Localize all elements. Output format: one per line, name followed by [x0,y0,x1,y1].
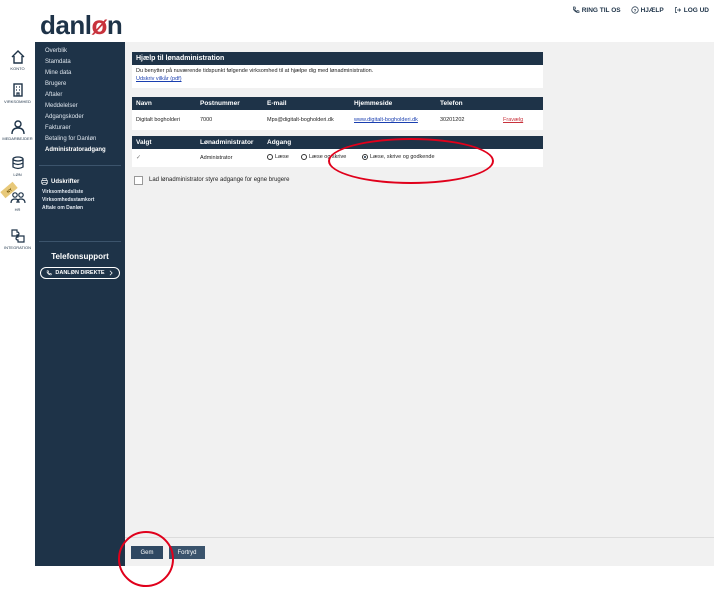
puzzle-icon [10,229,25,243]
radio-dot-laese-skrive-godkende [362,154,368,160]
help-panel-body: Du benytter på nuværende tidspunkt følge… [132,65,543,88]
sidebar-item-overblik[interactable]: Overblik [45,48,67,54]
radio-label-laese: Læse [275,154,289,160]
main-content: Hjælp til lønadministration Du benytter … [125,42,714,537]
hjaelp-label: HJÆLP [640,6,664,14]
radio-laese[interactable]: Læse [267,154,289,160]
company-table-row: Digitalt bogholderi 7000 Mps@digitalt-bo… [132,110,543,130]
col-adgang: Adgang [267,139,292,146]
danlon-direkte-label: DANLØN DIREKTE [55,270,105,276]
footer-bar: Gem Fortryd [125,537,714,566]
rail-label-medarbejder: MEDARBEJDER [2,136,33,141]
sidebar-item-administratoradgang[interactable]: Administratoradgang [45,147,106,153]
radio-laese-skrive-godkende[interactable]: Læse, skrive og godkende [362,154,435,160]
sidebar-item-brugere[interactable]: Brugere [45,81,66,87]
radio-label-laese-skrive-godkende: Læse, skrive og godkende [370,154,435,160]
rail-item-medarbejder[interactable]: MEDARBEJDER [0,119,35,141]
col-telefon: Telefon [440,100,463,107]
danlon-direkte-button[interactable]: DANLØN DIREKTE [40,267,120,279]
rail-label-integration: INTEGRATION [3,245,32,250]
ring-til-os-link[interactable]: RING TIL OS [572,6,621,14]
sidebar: Overblik Stamdata Mine data Brugere Afta… [35,42,125,566]
sidebar-item-fakturaer[interactable]: Fakturaer [45,125,71,131]
sidebar-divider-2 [39,241,121,242]
log-ud-label: LOG UD [683,6,709,14]
phone-icon [47,270,52,276]
fravaelg-link[interactable]: Fravælg [503,117,523,123]
help-panel-title: Hjælp til lønadministration [132,52,543,65]
logo-text: danl [40,10,92,40]
sidebar-item-betaling[interactable]: Betaling for Danløn [45,136,96,142]
company-table-header: Navn Postnummer E-mail Hjemmeside Telefo… [132,97,543,110]
col-lonadministrator: Lønadministrator [200,139,254,146]
log-ud-link[interactable]: LOG UD [674,6,709,14]
company-postal: 7000 [200,117,213,123]
icon-rail: KONTO VIRKSOMHED MEDARBEJDER LØN NY HR I… [0,42,35,566]
logo-text-end: n [106,10,123,40]
fortryd-button[interactable]: Fortryd [169,546,205,559]
telefonsupport-title: Telefonsupport [51,252,109,261]
admin-role: Administrator [200,155,233,161]
phone-icon [572,6,580,13]
company-name: Digitalt bogholderi [136,117,181,123]
help-text: Du benytter på nuværende tidspunkt følge… [136,68,374,74]
col-navn: Navn [136,100,152,107]
radio-laese-skrive[interactable]: Læse og skrive [301,154,346,160]
chevron-right-icon [109,270,113,276]
top-nav: RING TIL OS ? HJÆLP LOG UD [572,6,709,14]
udskrifter-label: Udskrifter [51,178,80,185]
danlon-logo[interactable]: danløn [40,10,123,41]
col-hjemmeside: Hjemmeside [354,100,393,107]
home-icon [11,50,24,64]
rail-item-konto[interactable]: KONTO [0,49,35,71]
rail-item-virksomhed[interactable]: VIRKSOMHED [0,82,35,104]
ring-til-os-label: RING TIL OS [581,6,621,14]
rail-item-hr[interactable]: NY HR [0,181,35,212]
company-phone: 30201202 [440,117,465,123]
user-icon [10,120,25,135]
radio-label-laese-skrive: Læse og skrive [309,154,347,160]
rail-item-lon[interactable]: LØN [0,155,35,177]
access-table-header: Valgt Lønadministrator Adgang [132,136,543,149]
radio-dot-laese-skrive [301,154,307,160]
sidebar-item-mine-data[interactable]: Mine data [45,70,71,76]
gem-button[interactable]: Gem [131,546,163,559]
udskrift-virksomhedsstamkort[interactable]: Virksomhedsstamkort [42,197,94,203]
radio-dot-laese [267,154,273,160]
sidebar-divider [39,165,121,166]
styre-adgange-checkbox[interactable] [134,176,143,185]
rail-label-hr: HR [14,207,21,212]
sidebar-item-meddelelser[interactable]: Meddelelser [45,103,78,109]
selected-check-icon: ✓ [136,155,142,161]
company-email: Mps@digitalt-bogholderi.dk [267,117,334,123]
rail-label-konto: KONTO [10,66,25,71]
building-icon [12,83,23,97]
styre-adgange-label: Lad lønadministrator styre adgange for e… [149,177,290,183]
logout-icon [674,7,681,13]
printer-icon [41,178,48,185]
rail-item-integration[interactable]: INTEGRATION [0,228,35,250]
svg-text:?: ? [633,8,636,13]
sidebar-item-aftaler[interactable]: Aftaler [45,92,62,98]
udskriv-vilkaar-link[interactable]: Udskriv vilkår (pdf) [136,76,182,82]
coins-icon [11,156,24,170]
rail-label-virksomhed: VIRKSOMHED [4,99,31,104]
header: danløn RING TIL OS ? HJÆLP LOG UD [35,0,714,42]
udskrift-virksomhedsliste[interactable]: Virksomhedsliste [42,189,83,195]
sidebar-item-stamdata[interactable]: Stamdata [45,59,71,65]
udskrifter-heading: Udskrifter [41,178,79,185]
col-email: E-mail [267,100,287,107]
col-postnummer: Postnummer [200,100,240,107]
rail-label-lon: LØN [13,172,22,177]
logo-accent: ø [91,10,107,40]
question-icon: ? [630,6,639,14]
app-root: danløn RING TIL OS ? HJÆLP LOG UD KONTO … [0,0,714,589]
udskrift-aftale[interactable]: Aftale om Danløn [42,205,83,211]
company-website-link[interactable]: www.digitalt-bogholderi.dk [354,117,418,123]
hjaelp-link[interactable]: ? HJÆLP [630,6,664,14]
sidebar-item-adgangskoder[interactable]: Adgangskoder [45,114,84,120]
access-table-row: ✓ Administrator Læse Læse og skrive Læse… [132,149,543,167]
col-valgt: Valgt [136,139,152,146]
